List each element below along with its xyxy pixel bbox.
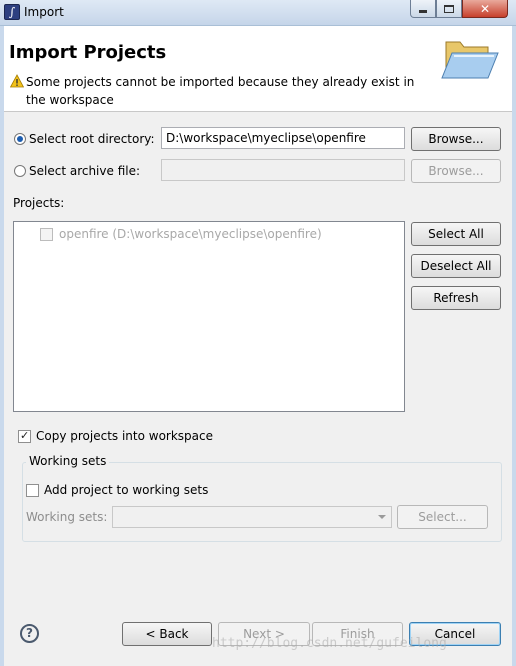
minimize-button[interactable]: [410, 0, 436, 18]
project-checkbox[interactable]: [40, 227, 53, 241]
back-button[interactable]: < Back: [122, 622, 212, 646]
projects-list[interactable]: openfire (D:\workspace\myeclipse\openfir…: [13, 221, 405, 412]
eclipse-app-icon: ∫: [4, 4, 20, 20]
archive-file-input[interactable]: [161, 159, 405, 181]
root-directory-radio[interactable]: [14, 133, 26, 145]
select-working-sets-button[interactable]: Select...: [397, 505, 488, 529]
copy-projects-row[interactable]: Copy projects into workspace: [18, 429, 213, 443]
maximize-button[interactable]: [436, 0, 462, 18]
add-to-working-sets-checkbox[interactable]: [26, 483, 39, 497]
add-to-working-sets-row[interactable]: Add project to working sets: [26, 483, 208, 497]
working-sets-group: [22, 462, 502, 542]
root-directory-label: Select root directory:: [29, 132, 155, 146]
browse-root-button[interactable]: Browse...: [411, 127, 501, 151]
browse-archive-button[interactable]: Browse...: [411, 159, 501, 183]
select-all-button[interactable]: Select All: [411, 222, 501, 246]
dialog-body: Import Projects Some projects cannot be …: [0, 26, 516, 666]
warning-message: Some projects cannot be imported because…: [26, 75, 415, 107]
help-icon[interactable]: ?: [20, 624, 39, 643]
window-title: Import: [24, 5, 64, 19]
refresh-button[interactable]: Refresh: [411, 286, 501, 310]
list-item[interactable]: openfire (D:\workspace\myeclipse\openfir…: [40, 227, 322, 241]
minimize-icon: [419, 10, 427, 13]
close-window-button[interactable]: ✕: [462, 0, 508, 18]
deselect-all-button[interactable]: Deselect All: [411, 254, 501, 278]
page-title: Import Projects: [9, 42, 167, 63]
archive-file-label: Select archive file:: [29, 164, 141, 178]
warning-icon: [10, 74, 24, 88]
project-label: openfire (D:\workspace\myeclipse\openfir…: [59, 227, 322, 241]
archive-file-radio[interactable]: [14, 165, 26, 177]
working-sets-combo[interactable]: [112, 506, 392, 528]
root-directory-input[interactable]: D:\workspace\myeclipse\openfire: [161, 127, 405, 149]
working-sets-title: Working sets: [26, 454, 110, 468]
working-sets-label: Working sets:: [26, 510, 108, 524]
projects-label: Projects:: [13, 196, 65, 210]
title-bar: ∫ Import ✕: [0, 0, 516, 26]
copy-projects-checkbox[interactable]: [18, 429, 31, 443]
chevron-down-icon: [378, 515, 386, 519]
maximize-icon: [444, 4, 454, 13]
add-to-working-sets-label: Add project to working sets: [44, 483, 209, 497]
copy-projects-label: Copy projects into workspace: [36, 429, 214, 443]
close-icon: ✕: [479, 1, 491, 16]
wizard-banner: Import Projects Some projects cannot be …: [4, 26, 512, 112]
watermark-text: http://blog.csdn.net/gufeilong: [212, 636, 447, 651]
folder-icon: [441, 41, 499, 79]
